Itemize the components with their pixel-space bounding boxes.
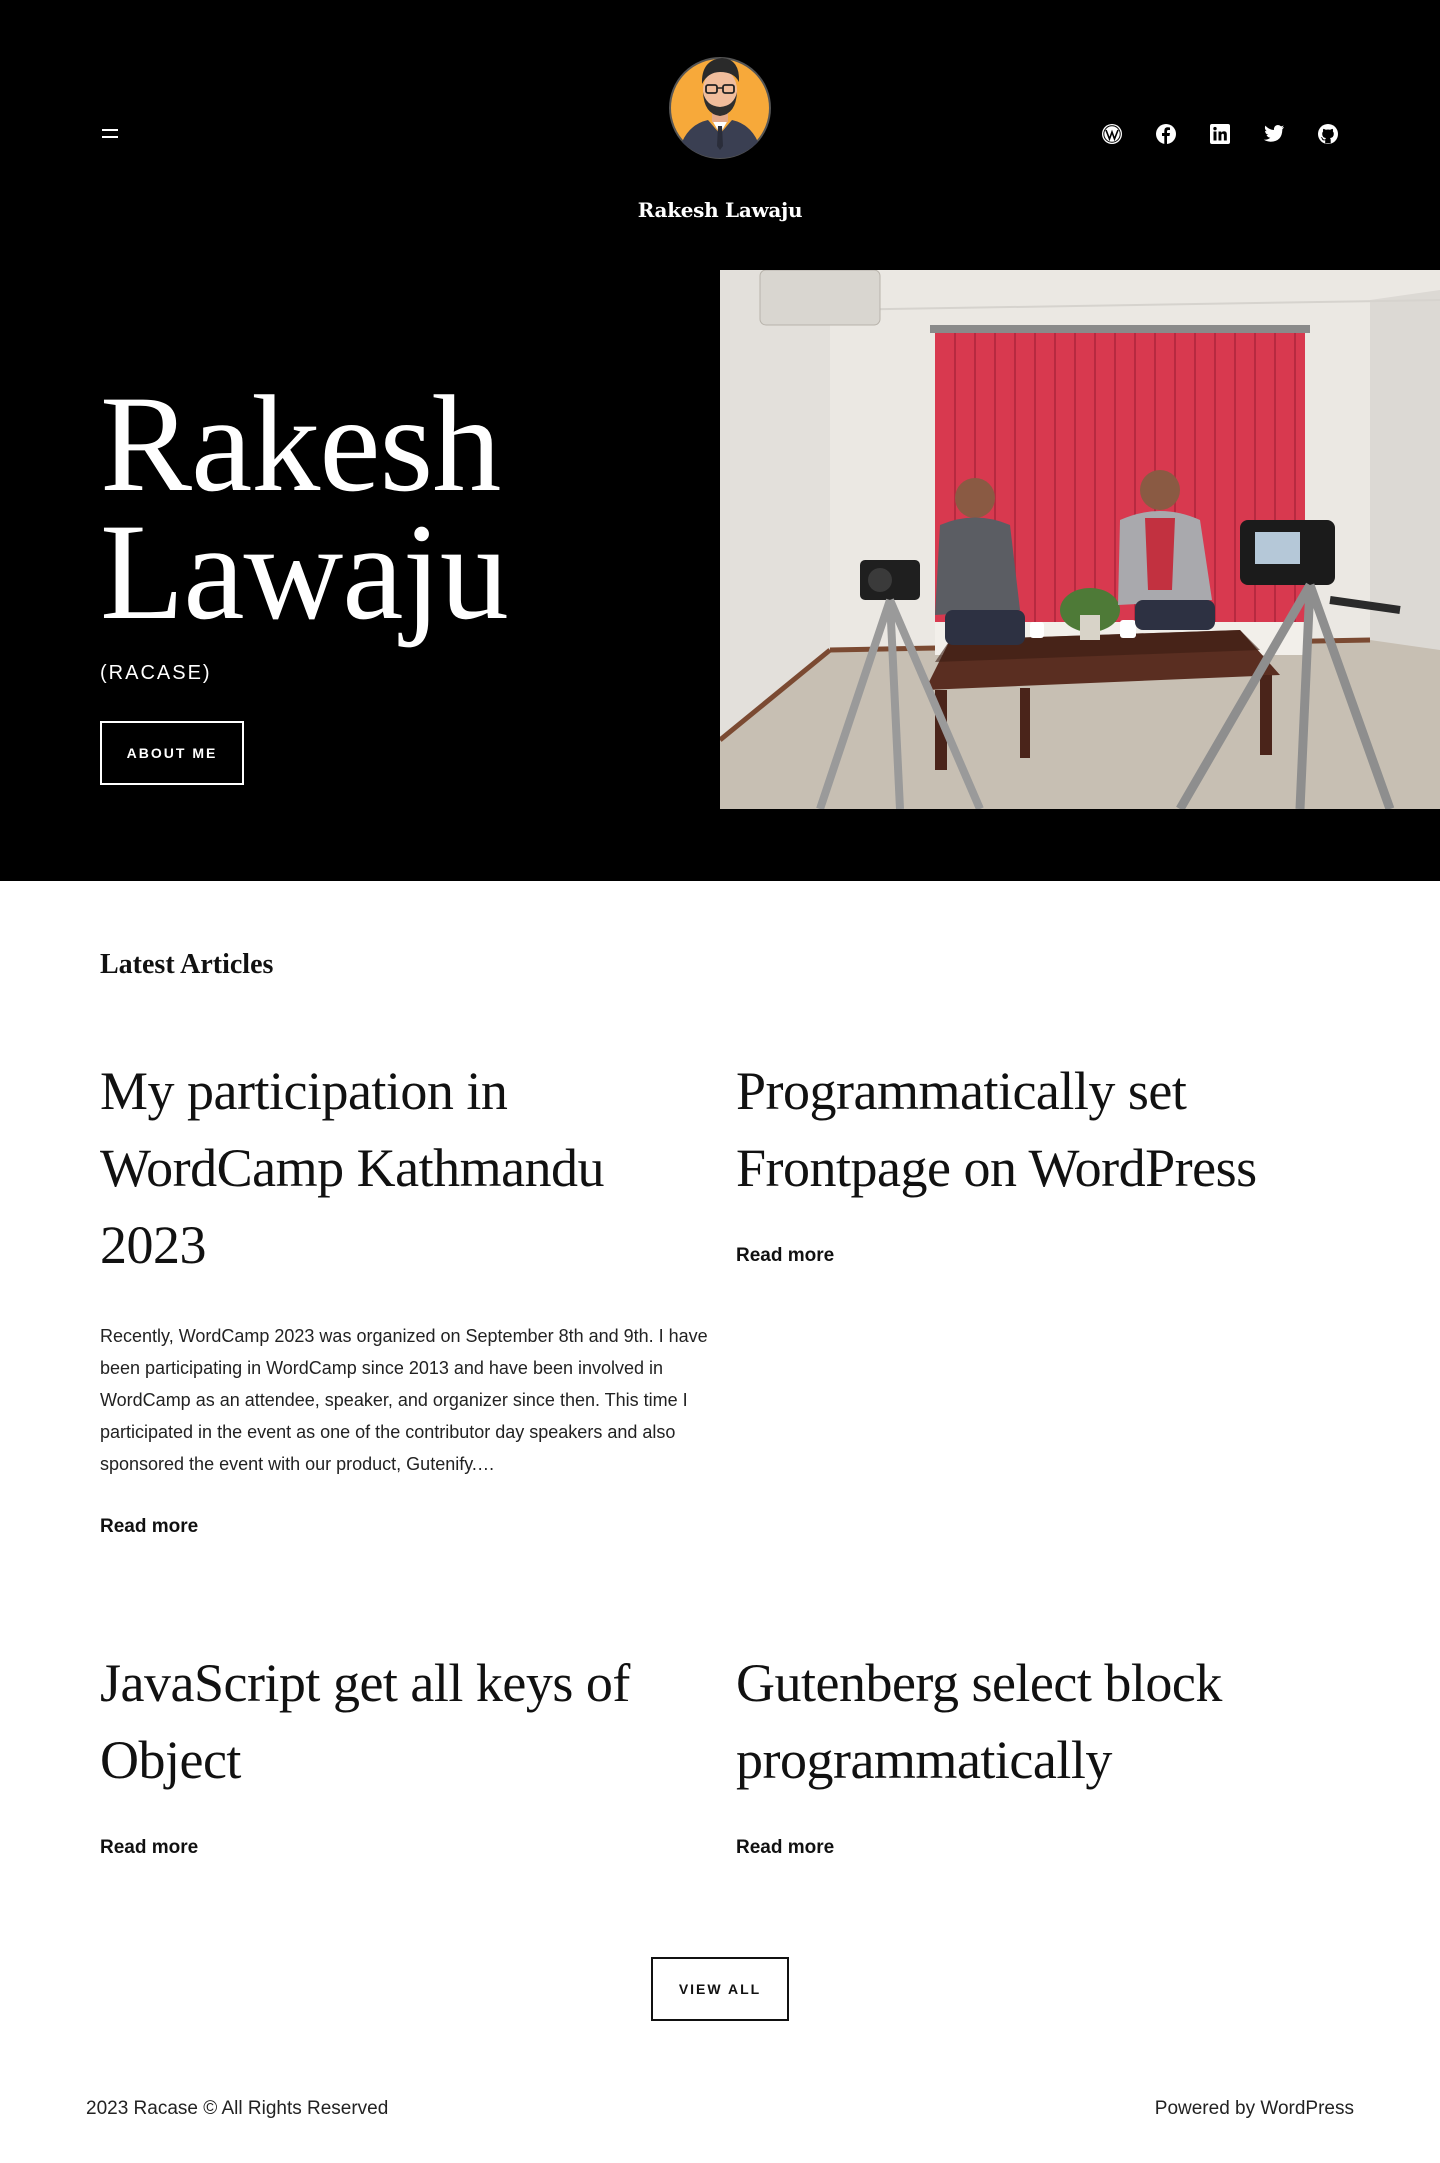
latest-articles-section: Latest Articles My participation in Word… — [0, 881, 1440, 2163]
article-title[interactable]: My participation in WordCamp Kathmandu 2… — [100, 1053, 710, 1284]
wordpress-icon[interactable] — [1100, 122, 1124, 146]
linkedin-icon[interactable] — [1208, 122, 1232, 146]
hero-photo — [720, 270, 1440, 809]
hero-name-line2: Lawaju — [100, 495, 509, 648]
hero-name: Rakesh Lawaju — [100, 375, 509, 641]
hero-text: Rakesh Lawaju (RACASE) ABOUT ME — [100, 375, 509, 785]
about-me-button[interactable]: ABOUT ME — [100, 721, 244, 785]
article-card: My participation in WordCamp Kathmandu 2… — [100, 1053, 710, 1538]
article-title[interactable]: Programmatically set Frontpage on WordPr… — [736, 1053, 1346, 1207]
avatar[interactable] — [668, 50, 772, 162]
github-icon[interactable] — [1316, 122, 1340, 146]
hero-subtitle: (RACASE) — [100, 662, 212, 684]
article-title[interactable]: JavaScript get all keys of Object — [100, 1645, 710, 1799]
article-card: Gutenberg select block programmatically … — [736, 1645, 1346, 1859]
read-more-link[interactable]: Read more — [100, 1837, 198, 1859]
article-card: JavaScript get all keys of Object Read m… — [100, 1645, 710, 1859]
twitter-icon[interactable] — [1262, 122, 1286, 146]
menu-toggle-icon[interactable] — [100, 124, 124, 144]
section-title: Latest Articles — [100, 949, 274, 980]
social-links — [1100, 122, 1340, 146]
article-card: Programmatically set Frontpage on WordPr… — [736, 1053, 1346, 1267]
article-excerpt: Recently, WordCamp 2023 was organized on… — [100, 1326, 708, 1474]
read-more-link[interactable]: Read more — [736, 1837, 834, 1859]
view-all-button[interactable]: VIEW ALL — [651, 1957, 789, 2021]
site-header-hero: Rakesh Lawaju Rakesh Lawaju (RACASE) ABO… — [0, 0, 1440, 881]
read-more-link[interactable]: Read more — [100, 1516, 198, 1538]
footer-copyright: 2023 Racase © All Rights Reserved — [86, 2098, 389, 2119]
footer-powered-by[interactable]: Powered by WordPress — [1155, 2098, 1354, 2120]
read-more-link[interactable]: Read more — [736, 1245, 834, 1267]
facebook-icon[interactable] — [1154, 122, 1178, 146]
site-title[interactable]: Rakesh Lawaju — [0, 198, 1440, 222]
article-title[interactable]: Gutenberg select block programmatically — [736, 1645, 1346, 1799]
